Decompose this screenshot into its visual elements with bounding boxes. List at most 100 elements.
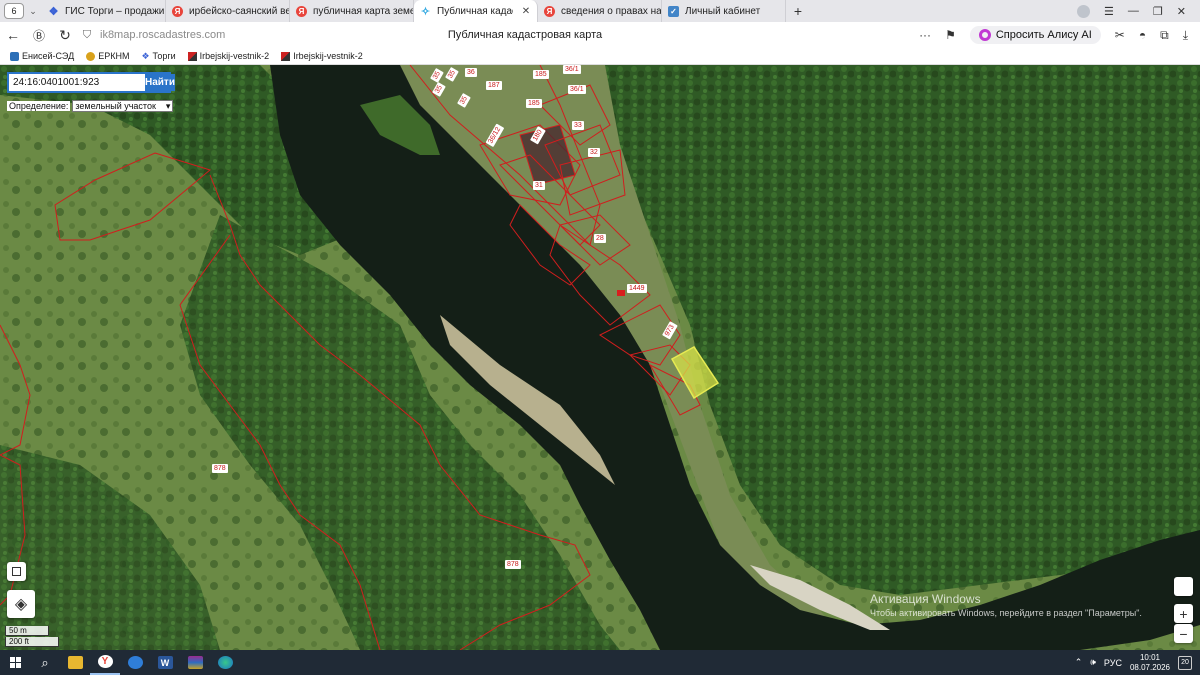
yandex-browser-taskbar-icon[interactable]: Y (90, 650, 120, 675)
parcel-label[interactable]: 1449 (627, 284, 647, 293)
bookmark-label: Irbejskij-vestnik-2 (199, 51, 270, 61)
address-bar: ← Ⓑ ↻ ⛉ ik8map.roscadastres.com Публична… (0, 22, 1200, 48)
word-logo-icon: W (157, 656, 173, 669)
restore-icon[interactable]: ❐ (1153, 5, 1163, 18)
fullscreen-button[interactable] (7, 562, 26, 581)
parcel-label[interactable]: 28 (594, 234, 606, 243)
volume-icon[interactable]: 🕪 (1090, 657, 1096, 668)
parcel-label[interactable]: 187 (486, 81, 502, 90)
fullscreen-icon (12, 567, 21, 576)
tab-title: Личный кабинет (685, 5, 761, 17)
word-icon[interactable]: W (150, 650, 180, 675)
tab-title: Публичная кадастрова (437, 5, 513, 17)
find-button[interactable]: Найти (145, 74, 175, 91)
definition-select[interactable]: земельный участок ▾ (72, 100, 174, 112)
clock-date: 08.07.2026 (1129, 662, 1170, 672)
bookmark-enisey-sed[interactable]: Енисей-СЭД (10, 51, 74, 61)
cadastral-map[interactable]: Найти Определение: земельный участок ▾ 3… (0, 65, 1200, 650)
archive-icon (187, 656, 203, 669)
url-field[interactable]: ik8map.roscadastres.com (96, 29, 306, 41)
reload-icon[interactable]: ↻ (52, 27, 78, 44)
yandex-protect-icon[interactable]: Ⓑ (26, 27, 52, 44)
start-button[interactable] (0, 650, 30, 675)
parcel-label[interactable]: 36 (465, 68, 477, 77)
parcel-label[interactable]: 185 (526, 99, 542, 108)
chevron-down-icon[interactable]: ⌄ (24, 6, 42, 17)
window-controls: ☰ — ❐ ✕ (1077, 4, 1200, 18)
gis-torgi-icon: ❖ (48, 5, 59, 18)
parcel-label[interactable]: 36/1 (568, 85, 586, 94)
menu-icon[interactable]: ☰ (1104, 5, 1114, 18)
profile-icon[interactable] (1077, 4, 1091, 18)
yandex-icon: Y (97, 655, 113, 668)
language-indicator[interactable]: РУС (1104, 658, 1122, 668)
windows-logo-icon (9, 657, 21, 668)
download-icon[interactable]: ⤓ (1183, 28, 1188, 43)
clock-time: 10:01 (1139, 652, 1160, 662)
parcel-label[interactable]: 33 (572, 121, 584, 130)
tab-cadastral-map[interactable]: ✧ Публичная кадастрова ✕ (414, 0, 538, 22)
parcel-label[interactable]: 36/1 (563, 65, 581, 74)
zoom-out-button[interactable]: − (1174, 624, 1193, 643)
cadastral-number-input[interactable] (9, 74, 145, 91)
parcel-label[interactable]: 31 (533, 181, 545, 190)
back-arrow-icon[interactable]: ← (0, 27, 26, 43)
tab-personal-cabinet[interactable]: ✓ Личный кабинет (662, 0, 786, 22)
bookmark-irbejskij-vestnik-2[interactable]: Irbejskij-vestnik-2 (281, 51, 363, 61)
tab-subsoil-rights[interactable]: Я сведения о правах на нед (538, 0, 662, 22)
cadastral-search: Найти (7, 72, 175, 93)
tab-gis-torgi[interactable]: ❖ ГИС Торги – продажи гос (42, 0, 166, 22)
bookmark-label: Енисей-СЭД (22, 51, 75, 61)
cabinet-icon: ✓ (668, 5, 679, 17)
parcel-label[interactable]: 878 (212, 464, 228, 473)
new-tab-plus-icon[interactable]: + (786, 3, 810, 19)
satellite-imagery (0, 65, 1200, 650)
zoom-in-button[interactable]: + (1174, 604, 1193, 623)
parcel-label[interactable]: 32 (588, 148, 600, 157)
bookmark-torgi[interactable]: ❖ Торги (141, 51, 175, 62)
parcel-label[interactable]: 185 (533, 70, 549, 79)
activation-subtitle: Чтобы активировать Windows, перейдите в … (870, 608, 1142, 618)
scale-bar-meters: 50 m (5, 626, 49, 636)
minimize-icon[interactable]: — (1128, 5, 1139, 17)
hat-icon[interactable]: ◓ (1139, 28, 1146, 42)
extensions-icon[interactable]: ✂ (1115, 28, 1125, 42)
winrar-icon[interactable] (180, 650, 210, 675)
yandex-icon: Я (172, 5, 183, 17)
close-window-icon[interactable]: ✕ (1177, 5, 1186, 18)
search-icon[interactable]: ⌕ (30, 650, 60, 675)
tab-count-button[interactable]: 6 (4, 3, 24, 19)
edge-logo-icon (217, 656, 233, 669)
parcel-marker (617, 290, 625, 296)
address-bar-actions: ··· ⚑ Спросить Алису AI ✂ ◓ ⧉ ⤓ (919, 26, 1200, 44)
notifications-icon[interactable]: 20 (1178, 655, 1192, 670)
bookmark-icon[interactable]: ⚑ (945, 28, 956, 42)
tab-title: ирбейско-саянский вест (189, 5, 289, 17)
close-icon[interactable]: ✕ (519, 6, 533, 17)
bookmark-irbejskij-vestnik-1[interactable]: Irbejskij-vestnik-2 (187, 51, 270, 61)
bookmark-erknm[interactable]: ЕРКНМ (86, 51, 129, 61)
file-explorer-icon[interactable] (60, 650, 90, 675)
shield-icon[interactable]: ⛉ (78, 29, 96, 42)
bookmark-label: Торги (152, 51, 176, 61)
tab-title: сведения о правах на нед (561, 5, 661, 17)
locate-button[interactable] (1174, 577, 1193, 596)
bookmarks-bar: Енисей-СЭД ЕРКНМ ❖ Торги Irbejskij-vestni… (0, 48, 1200, 65)
bookmark-label: Irbejskij-vestnik-2 (293, 51, 363, 61)
tab-public-land-map[interactable]: Я публичная карта земель (290, 0, 414, 22)
copy-icon[interactable]: ⧉ (1160, 28, 1169, 43)
rosreestr-map-icon: ✧ (420, 5, 431, 18)
chevron-up-icon[interactable]: ⌃ (1075, 657, 1083, 668)
clock[interactable]: 10:01 08.07.2026 (1130, 653, 1170, 673)
layers-button[interactable]: ◈ (7, 590, 35, 618)
more-dots-icon[interactable]: ··· (919, 28, 931, 42)
tab-irbey-vestnik[interactable]: Я ирбейско-саянский вест (166, 0, 290, 22)
minus-icon: − (1179, 625, 1188, 642)
parcel-label[interactable]: 878 (505, 560, 521, 569)
definition-value: земельный участок (75, 101, 156, 111)
pdf-icon (281, 51, 291, 61)
edge-icon[interactable] (210, 650, 240, 675)
ask-alice-button[interactable]: Спросить Алису AI (969, 26, 1101, 44)
app-icon-blue[interactable] (120, 650, 150, 675)
folder-icon (67, 656, 83, 669)
